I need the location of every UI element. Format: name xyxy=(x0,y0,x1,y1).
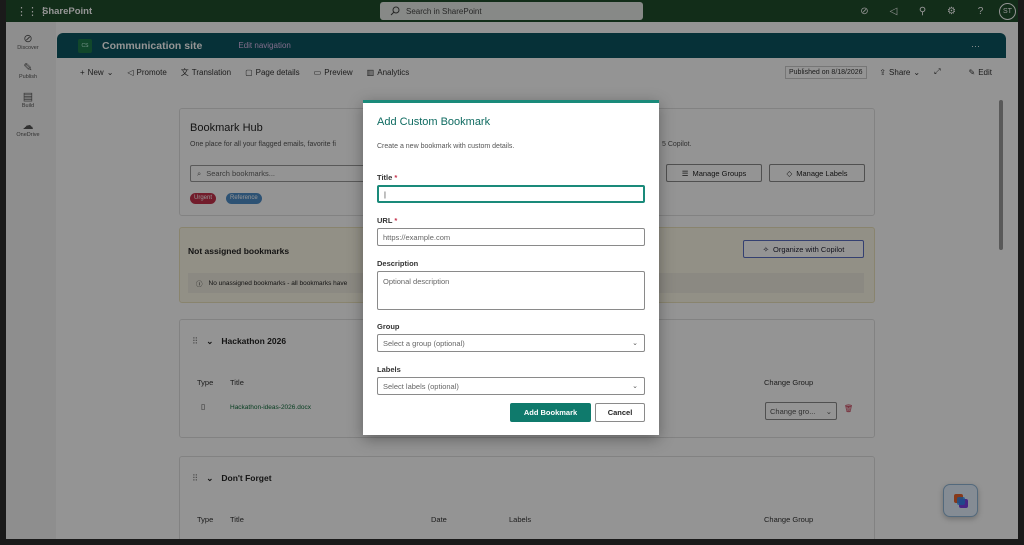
title-label-text: Title xyxy=(377,173,393,182)
group-label: Group xyxy=(377,322,400,331)
dialog-title: Add Custom Bookmark xyxy=(377,116,491,128)
group-placeholder: Select a group (optional) xyxy=(383,338,465,348)
description-textarea[interactable]: Optional description xyxy=(377,271,645,310)
required-indicator: * xyxy=(394,216,398,225)
url-label: URL * xyxy=(377,216,397,225)
group-select[interactable]: Select a group (optional) ⌄ xyxy=(377,334,645,352)
add-custom-bookmark-dialog: Add Custom Bookmark Create a new bookmar… xyxy=(363,100,659,435)
title-input[interactable]: | xyxy=(377,185,645,203)
dialog-subtitle: Create a new bookmark with custom detail… xyxy=(377,143,515,150)
required-indicator: * xyxy=(394,173,398,182)
chevron-down-icon: ⌄ xyxy=(632,383,638,390)
title-label: Title * xyxy=(377,173,397,182)
url-input[interactable]: https://example.com xyxy=(377,228,645,246)
cancel-button[interactable]: Cancel xyxy=(595,403,645,422)
url-label-text: URL xyxy=(377,216,393,225)
description-placeholder: Optional description xyxy=(383,277,450,286)
description-label: Description xyxy=(377,259,419,268)
labels-label: Labels xyxy=(377,365,401,374)
chevron-down-icon: ⌄ xyxy=(632,340,638,347)
labels-placeholder: Select labels (optional) xyxy=(383,381,459,391)
labels-select[interactable]: Select labels (optional) ⌄ xyxy=(377,377,645,395)
text-cursor: | xyxy=(384,189,386,199)
add-bookmark-button[interactable]: Add Bookmark xyxy=(510,403,591,422)
url-placeholder: https://example.com xyxy=(383,232,451,242)
